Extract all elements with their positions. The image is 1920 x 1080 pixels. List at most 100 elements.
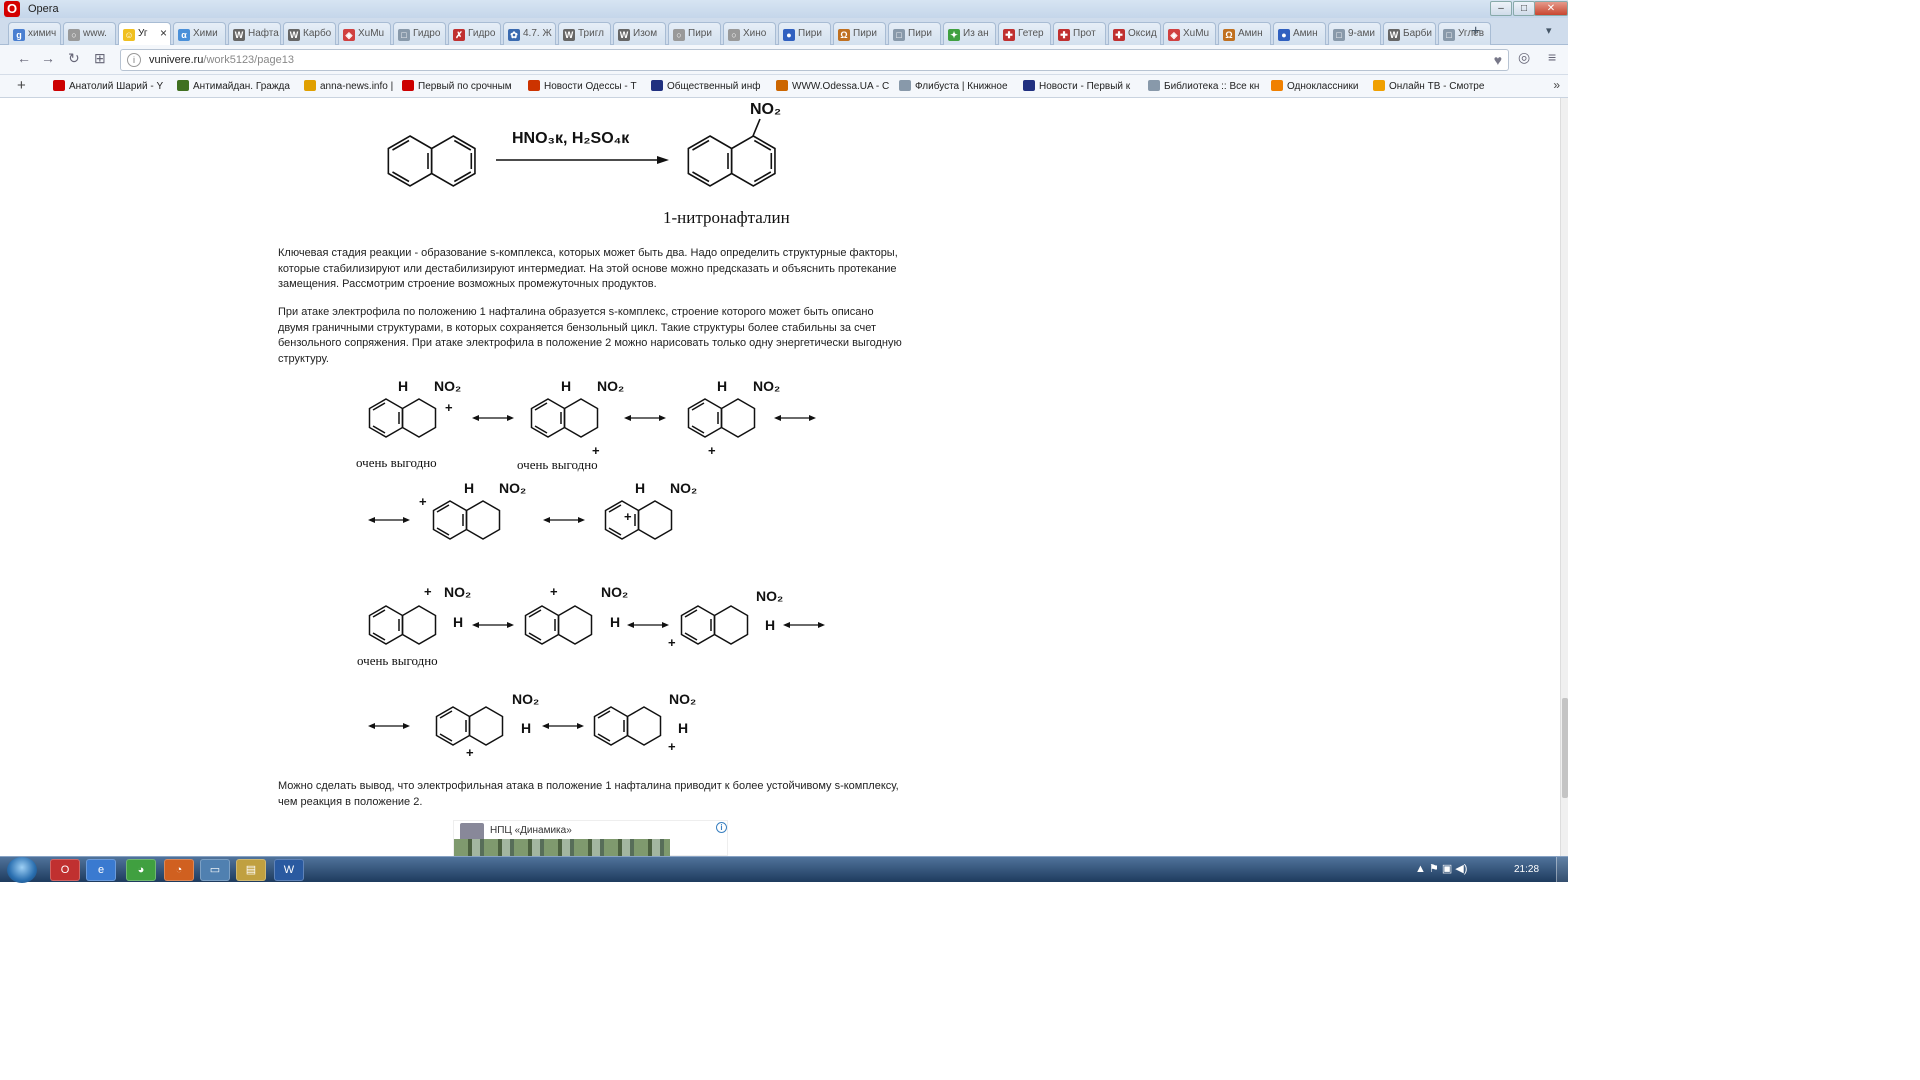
scrollbar-thumb[interactable] [1562, 698, 1568, 798]
close-window-button[interactable]: ✕ [1534, 1, 1568, 16]
resonance-arrow [541, 722, 585, 730]
browser-tab[interactable]: W Тригл [558, 22, 611, 45]
site-info-icon[interactable]: i [127, 53, 141, 67]
favorability-label: очень выгодно [357, 653, 438, 668]
bookmark-label: Флибуста | Книжное [915, 81, 1008, 92]
browser-tab[interactable]: □ 9-ами [1328, 22, 1381, 45]
ad-banner[interactable]: НПЦ «Динамика» i [453, 820, 728, 856]
heart-icon[interactable]: ♥ [1494, 52, 1502, 68]
bookmark-label: Антимайдан. Гражда [193, 81, 290, 92]
bookmark-item[interactable]: anna-news.info | [304, 80, 396, 92]
show-desktop-button[interactable] [1556, 857, 1568, 883]
url-text[interactable]: vunivere.ru/work5123/page13 [149, 54, 294, 66]
chrome-taskbar-icon[interactable]: ◕ [126, 859, 156, 881]
tab-favicon-icon: ○ [68, 29, 80, 41]
bookmark-item[interactable]: Онлайн ТВ - Смотре [1373, 80, 1493, 92]
charge-label: + [424, 584, 432, 599]
browser-tab[interactable]: ◈ XuMu [338, 22, 391, 45]
system-tray[interactable]: ▲ ⚑ ▣ ◀) [1415, 862, 1467, 875]
bookmark-favicon-icon [651, 80, 663, 91]
bookmark-item[interactable]: Новости - Первый к [1023, 80, 1142, 92]
close-tab-icon[interactable]: × [160, 23, 167, 44]
ad-title[interactable]: НПЦ «Динамика» [490, 825, 572, 836]
browser-tab[interactable]: ✦ Из ан [943, 22, 996, 45]
bookmark-item[interactable]: Антимайдан. Гражда [177, 80, 299, 92]
desktop-taskbar-icon[interactable]: ▭ [200, 859, 230, 881]
menu-icon[interactable]: ≡ [1548, 49, 1556, 65]
browser-tab[interactable]: g химич [8, 22, 61, 45]
hydrogen-label: H [561, 378, 572, 394]
browser-tab[interactable]: ✚ Гетер [998, 22, 1051, 45]
charge-label: + [592, 443, 600, 458]
bookmark-item[interactable]: Флибуста | Книжное [899, 80, 1017, 92]
new-tab-button[interactable]: + [1471, 23, 1480, 41]
ad-image[interactable] [454, 839, 670, 856]
resonance-arrow [623, 414, 667, 422]
charge-label: + [668, 635, 676, 650]
ie-taskbar-icon[interactable]: e [86, 859, 116, 881]
browser-tab[interactable]: Ω Пири [833, 22, 886, 45]
browser-tab[interactable]: □ Пири [888, 22, 941, 45]
opera-taskbar-icon[interactable]: O [50, 859, 80, 881]
browser-tab[interactable]: Ω Амин [1218, 22, 1271, 45]
browser-tab[interactable]: ☺ Уг × [118, 22, 171, 46]
explorer-taskbar-icon[interactable]: ▤ [236, 859, 266, 881]
favorability-label: очень выгодно [356, 455, 437, 470]
tab-favicon-icon: ☺ [123, 29, 135, 41]
tab-favicon-icon: ✚ [1058, 29, 1070, 41]
start-button[interactable] [7, 857, 37, 883]
ad-info-icon[interactable]: i [716, 822, 727, 833]
browser-tab[interactable]: W Нафта [228, 22, 281, 45]
browser-tab[interactable]: ○ www. [63, 22, 116, 45]
tab-favicon-icon: Ω [1223, 29, 1235, 41]
add-bookmark-button[interactable]: + [17, 77, 26, 94]
sync-icon[interactable]: ◎ [1518, 49, 1530, 66]
tab-favicon-icon: g [13, 29, 25, 41]
bookmark-item[interactable]: Анатолий Шарий - Y [53, 80, 171, 92]
browser-tab[interactable]: W Карбо [283, 22, 336, 45]
bookmark-item[interactable]: Общественный инф [651, 80, 770, 92]
minimize-button[interactable]: – [1490, 1, 1512, 16]
hydrogen-label: H [765, 617, 776, 633]
browser-tab[interactable]: ✿ 4.7. Ж [503, 22, 556, 45]
browser-tab[interactable]: ○ Пири [668, 22, 721, 45]
browser-tab[interactable]: ○ Хино [723, 22, 776, 45]
browser-tab[interactable]: α Хими [173, 22, 226, 45]
browser-tab[interactable]: □ Гидро [393, 22, 446, 45]
tab-label: Пири [688, 28, 712, 39]
bookmark-favicon-icon [1148, 80, 1160, 91]
bookmark-item[interactable]: Новости Одессы - Т [528, 80, 645, 92]
bookmark-item[interactable]: Библиотека :: Все кн [1148, 80, 1265, 92]
browser-tab[interactable]: ✚ Оксид [1108, 22, 1161, 45]
browser-tab[interactable]: W Барби [1383, 22, 1436, 45]
bookmark-item[interactable]: WWW.Odessa.UA - С [776, 80, 892, 92]
browser-tab[interactable]: W Изом [613, 22, 666, 45]
bookmark-item[interactable]: Первый по срочным [402, 80, 522, 92]
tab-favicon-icon: ○ [673, 29, 685, 41]
browser-tab[interactable]: ● Пири [778, 22, 831, 45]
browser-tab[interactable]: ✗ Гидро [448, 22, 501, 45]
media-taskbar-icon[interactable]: ◔ [164, 859, 194, 881]
address-bar[interactable]: i vunivere.ru/work5123/page13 ♥ [120, 49, 1509, 71]
bookmark-item[interactable]: Одноклассники [1271, 80, 1367, 92]
word-taskbar-icon[interactable]: W [274, 859, 304, 881]
browser-tab[interactable]: □ Углев [1438, 22, 1491, 45]
tab-overflow-icon[interactable]: ▾ [1546, 24, 1552, 37]
nitro-label: NO₂ [670, 480, 698, 496]
forward-button[interactable]: → [41, 50, 55, 66]
back-button[interactable]: ← [17, 50, 31, 66]
nitro-label: NO₂ [753, 378, 781, 394]
opera-logo-icon[interactable]: O [4, 1, 20, 17]
reload-button[interactable]: ↻ [68, 50, 80, 67]
taskbar: Oe ◕ ◔ ▭ ▤ W ▲ ⚑ ▣ ◀) 21:28 [0, 856, 1568, 883]
browser-tab[interactable]: ◈ XuMu [1163, 22, 1216, 45]
speed-dial-icon[interactable]: ⊞ [94, 50, 106, 67]
vertical-scrollbar[interactable] [1560, 98, 1568, 856]
clock[interactable]: 21:28 [1514, 864, 1539, 875]
more-bookmarks-icon[interactable]: » [1553, 78, 1560, 92]
tab-label: Гидро [413, 28, 441, 39]
bookmark-label: Новости - Первый к [1039, 81, 1131, 92]
browser-tab[interactable]: ● Амин [1273, 22, 1326, 45]
maximize-button[interactable]: □ [1513, 1, 1535, 16]
browser-tab[interactable]: ✚ Прот [1053, 22, 1106, 45]
